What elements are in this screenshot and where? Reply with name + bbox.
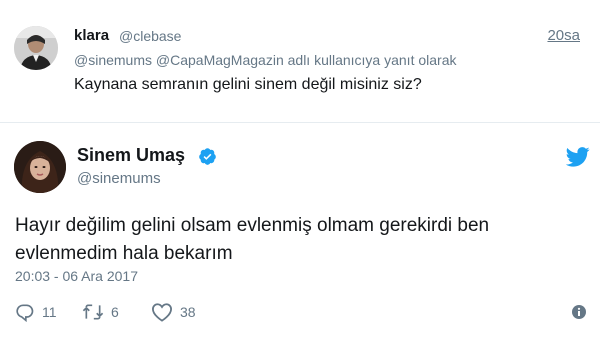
reply-author-name[interactable]: klara — [74, 27, 109, 44]
author-handle[interactable]: @sinemums — [77, 170, 161, 187]
reply-tweet: klara @clebase 20sa @sinemums @CapaMagMa… — [0, 0, 600, 123]
reply-author-handle[interactable]: @clebase — [119, 28, 181, 44]
like-count: 38 — [180, 304, 196, 320]
author-name[interactable]: Sinem Umaş — [77, 145, 185, 166]
reply-timestamp[interactable]: 20sa — [547, 27, 580, 44]
info-icon[interactable] — [571, 304, 587, 320]
like-button[interactable]: 38 — [151, 300, 196, 324]
retweet-button[interactable]: 6 — [82, 300, 119, 324]
tweet-embed: klara @clebase 20sa @sinemums @CapaMagMa… — [0, 0, 600, 351]
reply-count: 11 — [42, 304, 57, 320]
twitter-bird-icon[interactable] — [566, 147, 590, 167]
tweet-actions: 11 6 38 — [15, 300, 590, 324]
heart-icon — [151, 303, 173, 322]
verified-badge-icon — [199, 148, 216, 165]
retweet-icon — [82, 304, 104, 320]
reply-to-context: @sinemums @CapaMagMagazin adlı kullanıcı… — [74, 52, 457, 68]
reply-tweet-text: Kaynana semranın gelini sinem değil misi… — [74, 76, 422, 93]
tweet-text: Hayır değilim gelini olsam evlenmiş olma… — [15, 212, 535, 268]
reply-button[interactable]: 11 — [15, 300, 57, 324]
author-avatar[interactable] — [14, 141, 66, 193]
reply-author-avatar[interactable] — [14, 26, 58, 70]
tweet-text-line: Hayır değilim gelini olsam evlenmiş olma… — [15, 215, 490, 236]
tweet-text-line: evlenmedim hala bekarım — [15, 243, 233, 264]
reply-icon — [16, 304, 34, 322]
retweet-count: 6 — [111, 304, 119, 320]
tweet-timestamp[interactable]: 20:03 - 06 Ara 2017 — [15, 268, 138, 284]
